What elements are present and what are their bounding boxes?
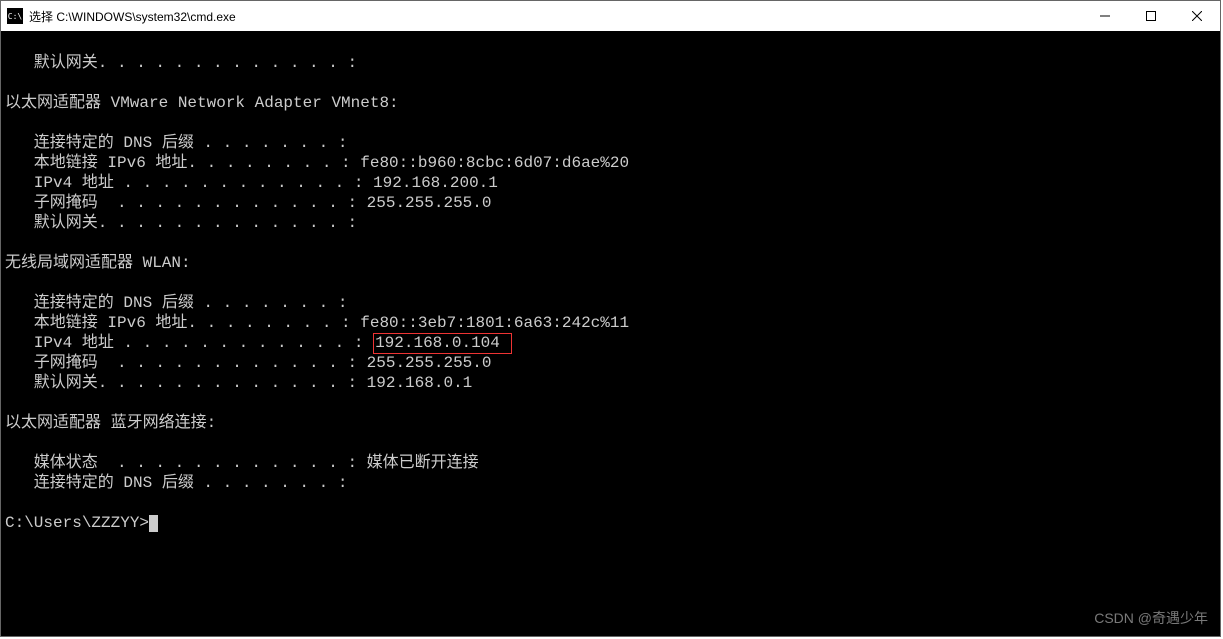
line-adapter2-header: 无线局域网适配器 WLAN: bbox=[5, 254, 191, 272]
line-adapter3-dns: 连接特定的 DNS 后缀 . . . . . . . : bbox=[5, 474, 357, 492]
line-adapter2-dns: 连接特定的 DNS 后缀 . . . . . . . : bbox=[5, 294, 357, 312]
minimize-button[interactable] bbox=[1082, 1, 1128, 31]
cursor bbox=[149, 515, 158, 532]
highlight-ipv4-value: 192.168.0.104 bbox=[373, 333, 512, 354]
line-adapter1-ipv6: 本地链接 IPv6 地址. . . . . . . . : fe80::b960… bbox=[5, 154, 629, 172]
line-adapter1-dns: 连接特定的 DNS 后缀 . . . . . . . : bbox=[5, 134, 357, 152]
cmd-icon: C:\ bbox=[7, 8, 23, 24]
cmd-window: C:\ 选择 C:\WINDOWS\system32\cmd.exe 默认网关.… bbox=[0, 0, 1221, 637]
prompt-text: C:\Users\ZZZYY> bbox=[5, 514, 149, 532]
line-adapter3-header: 以太网适配器 蓝牙网络连接: bbox=[5, 414, 216, 432]
line-default-gateway-top: 默认网关. . . . . . . . . . . . . : bbox=[5, 54, 367, 72]
window-title: 选择 C:\WINDOWS\system32\cmd.exe bbox=[29, 8, 1082, 25]
line-adapter3-media: 媒体状态 . . . . . . . . . . . . : 媒体已断开连接 bbox=[5, 454, 479, 472]
line-adapter1-mask: 子网掩码 . . . . . . . . . . . . : 255.255.2… bbox=[5, 194, 491, 212]
close-button[interactable] bbox=[1174, 1, 1220, 31]
line-adapter2-gateway: 默认网关. . . . . . . . . . . . . : 192.168.… bbox=[5, 374, 472, 392]
line-adapter2-mask: 子网掩码 . . . . . . . . . . . . : 255.255.2… bbox=[5, 354, 491, 372]
line-adapter2-ipv4: IPv4 地址 . . . . . . . . . . . . : 192.16… bbox=[5, 333, 512, 354]
line-adapter1-ipv4: IPv4 地址 . . . . . . . . . . . . : 192.16… bbox=[5, 174, 498, 192]
terminal-output[interactable]: 默认网关. . . . . . . . . . . . . : 以太网适配器 V… bbox=[1, 31, 1220, 636]
line-adapter1-gateway: 默认网关. . . . . . . . . . . . . : bbox=[5, 214, 367, 232]
prompt-line[interactable]: C:\Users\ZZZYY> bbox=[5, 514, 158, 532]
line-adapter2-ipv6: 本地链接 IPv6 地址. . . . . . . . : fe80::3eb7… bbox=[5, 314, 629, 332]
ipv4-label: IPv4 地址 . . . . . . . . . . . . : bbox=[5, 334, 373, 352]
line-adapter1-header: 以太网适配器 VMware Network Adapter VMnet8: bbox=[5, 94, 399, 112]
maximize-button[interactable] bbox=[1128, 1, 1174, 31]
titlebar[interactable]: C:\ 选择 C:\WINDOWS\system32\cmd.exe bbox=[1, 1, 1220, 32]
